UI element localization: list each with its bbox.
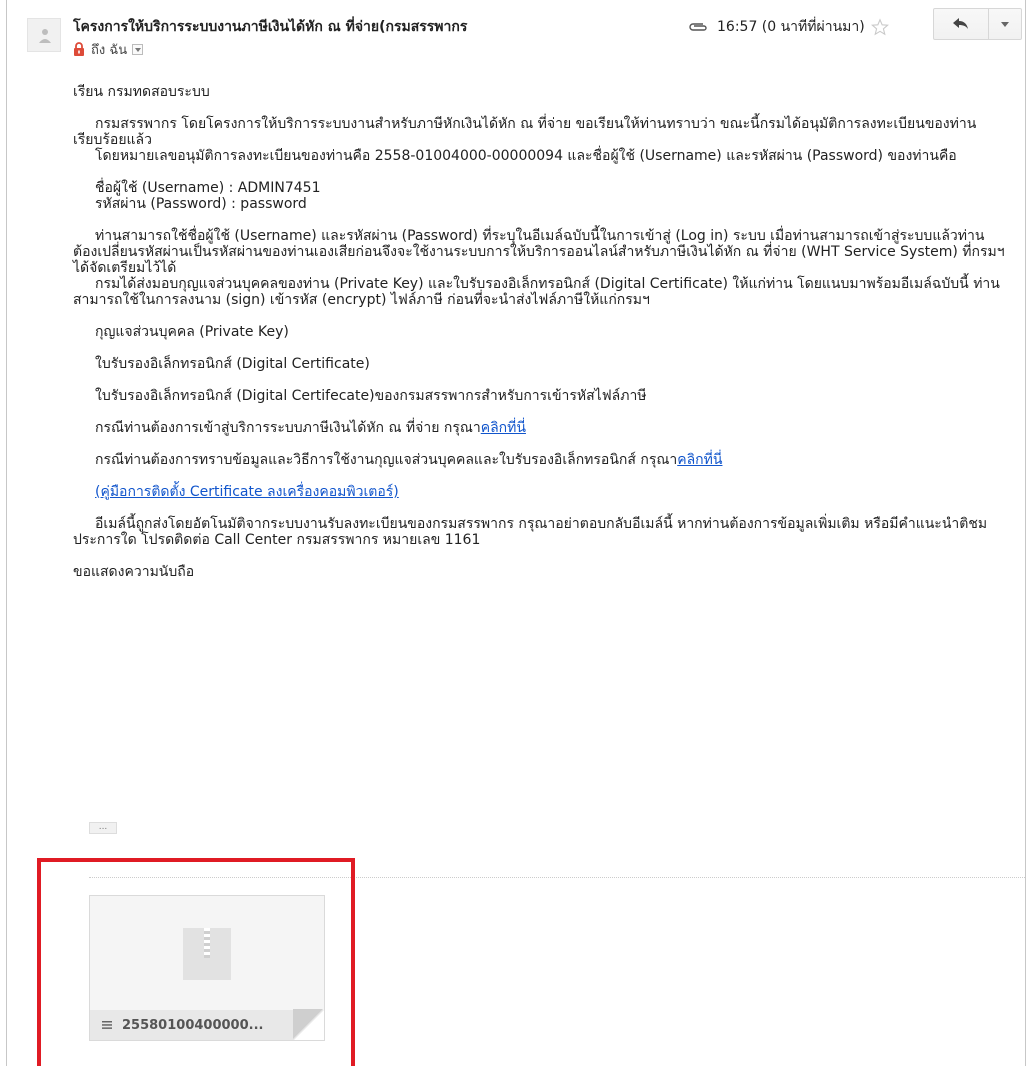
paragraph-keys: กรมได้ส่งมอบกุญแจส่วนบุคคลของท่าน (Priva… [73, 276, 1000, 308]
paperclip-icon [689, 23, 707, 31]
reply-icon [953, 18, 968, 29]
username-line: ชื่อผู้ใช้ (Username) : ADMIN7451 [95, 180, 321, 196]
paragraph-approval: กรมสรรพากร โดยโครงการให้บริการระบบงานสำห… [73, 116, 977, 148]
line-manual: (คู่มือการติดตั้ง Certificate ลงเครื่องค… [73, 484, 1008, 500]
paragraph-login: ท่านสามารถใช้ชื่อผู้ใช้ (Username) และรห… [73, 228, 1005, 276]
lock-icon [74, 42, 84, 56]
line-key-info: กรณีท่านต้องการทราบข้อมูลและวิธีการใช้งา… [73, 452, 1008, 468]
more-actions-button[interactable] [988, 8, 1022, 40]
recipient-row: ถึง ฉัน [73, 40, 144, 58]
paragraph-auto-notice: อีเมล์นี้ถูกส่งโดยอัตโนมัติจากระบบงานรับ… [73, 516, 988, 548]
email-body: เรียน กรมทดสอบระบบ กรมสรรพากร โดยโครงการ… [73, 84, 1008, 580]
item-rd-certificate: ใบรับรองอิเล็กทรอนิกส์ (Digital Certifec… [95, 388, 647, 404]
access-text: กรณีท่านต้องการเข้าสู่บริการระบบภาษีเงิน… [95, 420, 481, 436]
recipient-details-dropdown[interactable] [132, 43, 144, 55]
info-link[interactable]: คลิกที่นี่ [677, 452, 722, 468]
recipient-label: ถึง ฉัน [91, 42, 128, 58]
avatar-icon [39, 29, 51, 43]
item-digital-certificate: ใบรับรองอิเล็กทรอนิกส์ (Digital Certific… [95, 356, 370, 372]
show-trimmed-content-button[interactable]: ... [89, 822, 117, 834]
email-subject: โครงการให้บริการระบบงานภาษีเงินได้หัก ณ … [73, 19, 468, 35]
password-line: รหัสผ่าน (Password) : password [95, 196, 307, 212]
greeting: เรียน กรมทดสอบระบบ [73, 84, 210, 100]
info-text: กรณีท่านต้องการทราบข้อมูลและวิธีการใช้งา… [95, 452, 678, 468]
access-link[interactable]: คลิกที่นี่ [481, 420, 526, 436]
chevron-down-icon [1001, 21, 1009, 27]
highlight-annotation-box [37, 858, 355, 1066]
message-time: 16:57 (0 นาทีที่ผ่านมา) [717, 19, 865, 35]
reply-button[interactable] [933, 8, 989, 40]
manual-link[interactable]: (คู่มือการติดตั้ง Certificate ลงเครื่องค… [95, 484, 399, 500]
star-icon[interactable] [870, 18, 889, 36]
line-access-service: กรณีท่านต้องการเข้าสู่บริการระบบภาษีเงิน… [73, 420, 1008, 436]
message-meta: 16:57 (0 นาทีที่ผ่านมา) [687, 16, 889, 38]
sender-avatar[interactable] [27, 18, 61, 52]
item-private-key: กุญแจส่วนบุคคล (Private Key) [95, 324, 289, 340]
closing: ขอแสดงความนับถือ [73, 564, 195, 580]
paragraph-registration-number: โดยหมายเลขอนุมัติการลงทะเบียนของท่านคือ … [95, 148, 957, 164]
